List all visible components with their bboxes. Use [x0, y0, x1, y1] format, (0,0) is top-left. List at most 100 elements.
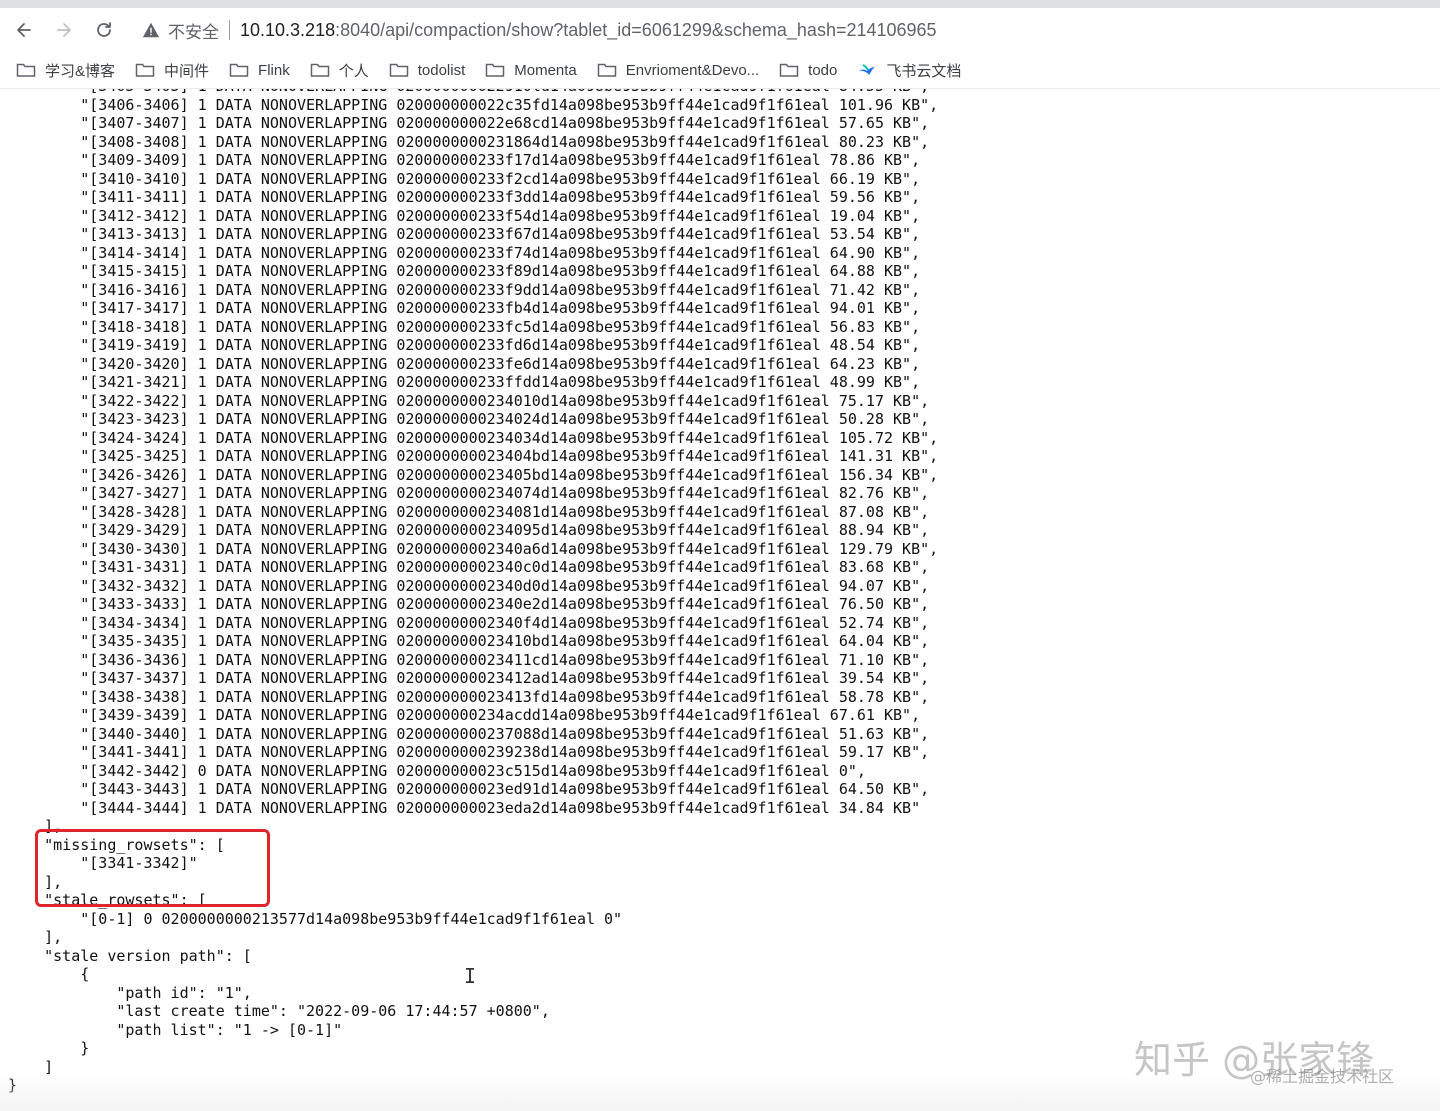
bookmark-label: 飞书云文档 [886, 62, 962, 80]
json-line: "[3426-3426] 1 DATA NONOVERLAPPING 02000… [8, 465, 939, 484]
folder-icon [597, 63, 617, 77]
forward-button[interactable] [48, 14, 80, 46]
json-line: "[3413-3413] 1 DATA NONOVERLAPPING 02000… [8, 225, 921, 243]
reload-icon [97, 22, 111, 37]
json-line: "[3428-3428] 1 DATA NONOVERLAPPING 02000… [8, 502, 930, 521]
bookmarks-bar: 学习&博客 中间件 Flink 个人 todolist Momenta Envr… [0, 52, 1440, 89]
json-line: "[3436-3436] 1 DATA NONOVERLAPPING 02000… [8, 650, 930, 669]
json-line: "[3425-3425] 1 DATA NONOVERLAPPING 02000… [8, 447, 939, 465]
json-line: } [8, 1039, 90, 1057]
json-line: "[3438-3438] 1 DATA NONOVERLAPPING 02000… [8, 687, 930, 706]
zhihu-watermark: 知乎 @张家锋 [1134, 1038, 1375, 1082]
json-line: "[3341-3342]" [8, 854, 198, 872]
json-line: "[3444-3444] 1 DATA NONOVERLAPPING 02000… [8, 798, 921, 817]
json-line: "last create time": "2022-09-06 17:44:57… [8, 1002, 550, 1020]
bookmark-label: Flink [258, 61, 290, 79]
bookmark-folder-todo[interactable]: todo [779, 62, 837, 79]
json-line: ], [8, 928, 63, 946]
json-line: "stale version path": [ [8, 946, 252, 965]
json-line: "[3418-3418] 1 DATA NONOVERLAPPING 02000… [8, 317, 921, 336]
bookmark-folder-middleware[interactable]: 中间件 [135, 60, 209, 81]
json-line: ] [8, 1057, 54, 1076]
reload-button[interactable] [88, 14, 120, 46]
json-line: "[3437-3437] 1 DATA NONOVERLAPPING 02000… [8, 669, 930, 687]
url-path: :8040/api/compaction/show?tablet_id=6061… [335, 19, 937, 40]
json-line: "[3415-3415] 1 DATA NONOVERLAPPING 02000… [8, 262, 921, 280]
url-text[interactable]: 10.10.3.218:8040/api/compaction/show?tab… [240, 20, 937, 41]
folder-icon [229, 63, 249, 77]
json-line: "[3416-3416] 1 DATA NONOVERLAPPING 02000… [8, 280, 921, 299]
folder-icon [16, 63, 36, 77]
bookmark-label: 个人 [338, 62, 369, 80]
juejin-watermark: @稀土掘金技术社区 [1250, 1067, 1395, 1086]
json-line: "[3421-3421] 1 DATA NONOVERLAPPING 02000… [8, 373, 921, 391]
json-line: "[3432-3432] 1 DATA NONOVERLAPPING 02000… [8, 576, 930, 595]
bookmark-feishu-docs[interactable]: 飞书云文档 [857, 60, 961, 81]
bookmark-label: todolist [417, 61, 466, 79]
bookmark-label: Envrioment&Devo... [625, 61, 760, 79]
json-line: "[3439-3439] 1 DATA NONOVERLAPPING 02000… [8, 706, 921, 724]
url-host: 10.10.3.218 [240, 19, 336, 40]
json-line: "[3443-3443] 1 DATA NONOVERLAPPING 02000… [8, 780, 930, 798]
address-bar[interactable]: 不安全 10.10.3.218:8040/api/compaction/show… [130, 12, 1430, 48]
json-line: "[3411-3411] 1 DATA NONOVERLAPPING 02000… [8, 188, 921, 206]
text-cursor-icon: I [464, 964, 477, 988]
json-line: "[3433-3433] 1 DATA NONOVERLAPPING 02000… [8, 595, 930, 613]
not-secure-label[interactable]: 不安全 [168, 18, 219, 43]
json-line: ], [8, 872, 63, 891]
bookmark-label: 学习&博客 [45, 62, 116, 80]
bookmark-folder-todolist[interactable]: todolist [389, 61, 466, 79]
json-line: "[3434-3434] 1 DATA NONOVERLAPPING 02000… [8, 613, 930, 632]
bookmark-folder-study-blog[interactable]: 学习&博客 [16, 60, 115, 81]
json-line: "[3417-3417] 1 DATA NONOVERLAPPING 02000… [8, 299, 921, 317]
json-line: "[3407-3407] 1 DATA NONOVERLAPPING 02000… [8, 114, 930, 132]
json-line: "[3423-3423] 1 DATA NONOVERLAPPING 02000… [8, 410, 930, 428]
json-text-block: "[3405-3405] 1 DATA NONOVERLAPPING 02000… [8, 89, 938, 1095]
json-line: "[3410-3410] 1 DATA NONOVERLAPPING 02000… [8, 169, 921, 188]
folder-icon [135, 63, 155, 77]
json-line: "[3422-3422] 1 DATA NONOVERLAPPING 02000… [8, 391, 930, 410]
json-response-view: "[3405-3405] 1 DATA NONOVERLAPPING 02000… [0, 89, 1440, 1111]
json-line: "[3424-3424] 1 DATA NONOVERLAPPING 02000… [8, 428, 939, 447]
json-line: "[3440-3440] 1 DATA NONOVERLAPPING 02000… [8, 724, 930, 743]
json-line: "[3409-3409] 1 DATA NONOVERLAPPING 02000… [8, 151, 921, 169]
browser-toolbar: 不安全 10.10.3.218:8040/api/compaction/show… [0, 8, 1440, 52]
address-separator [229, 20, 230, 40]
json-line: "[0-1] 0 0200000000213577d14a098be953b9f… [8, 909, 623, 928]
json-line: "[3435-3435] 1 DATA NONOVERLAPPING 02000… [8, 632, 930, 650]
forward-arrow-icon [57, 23, 71, 37]
bookmark-folder-momenta[interactable]: Momenta [485, 62, 577, 79]
back-arrow-icon [17, 23, 31, 37]
json-line: "[3419-3419] 1 DATA NONOVERLAPPING 02000… [8, 336, 921, 354]
json-line: "[3442-3442] 0 DATA NONOVERLAPPING 02000… [8, 761, 866, 780]
json-line: "missing_rowsets": [ [8, 835, 225, 854]
bookmark-folder-flink[interactable]: Flink [229, 62, 290, 79]
json-line: "[3405-3405] 1 DATA NONOVERLAPPING 02000… [8, 89, 938, 96]
json-line: "[3427-3427] 1 DATA NONOVERLAPPING 02000… [8, 484, 930, 502]
bookmark-folder-environment[interactable]: Envrioment&Devo... [597, 62, 759, 79]
json-line: "[3420-3420] 1 DATA NONOVERLAPPING 02000… [8, 354, 921, 373]
folder-icon [389, 63, 408, 77]
warning-icon [142, 22, 160, 38]
json-line: "[3429-3429] 1 DATA NONOVERLAPPING 02000… [8, 521, 930, 539]
json-line: "[3406-3406] 1 DATA NONOVERLAPPING 02000… [8, 95, 939, 114]
json-line: "stale_rowsets": [ [8, 891, 207, 909]
bookmark-folder-personal[interactable]: 个人 [310, 60, 369, 81]
browser-tab-strip [0, 0, 1440, 8]
back-button[interactable] [8, 14, 40, 46]
json-line: "[3431-3431] 1 DATA NONOVERLAPPING 02000… [8, 558, 930, 576]
json-line: "[3412-3412] 1 DATA NONOVERLAPPING 02000… [8, 206, 921, 225]
bookmark-label: 中间件 [164, 62, 210, 80]
json-line: "[3414-3414] 1 DATA NONOVERLAPPING 02000… [8, 243, 921, 262]
json-line: "[3408-3408] 1 DATA NONOVERLAPPING 02000… [8, 132, 930, 151]
feishu-icon [859, 64, 876, 75]
folder-icon [310, 63, 329, 77]
bookmark-label: todo [808, 61, 838, 79]
folder-icon [779, 63, 799, 77]
json-line: } [8, 1076, 18, 1094]
folder-icon [486, 63, 505, 77]
bookmark-label: Momenta [514, 61, 577, 79]
json-line: "path list": "1 -> [0-1]" [8, 1020, 343, 1039]
json-line: "[3430-3430] 1 DATA NONOVERLAPPING 02000… [8, 539, 939, 558]
json-line: "[3441-3441] 1 DATA NONOVERLAPPING 02000… [8, 743, 930, 761]
